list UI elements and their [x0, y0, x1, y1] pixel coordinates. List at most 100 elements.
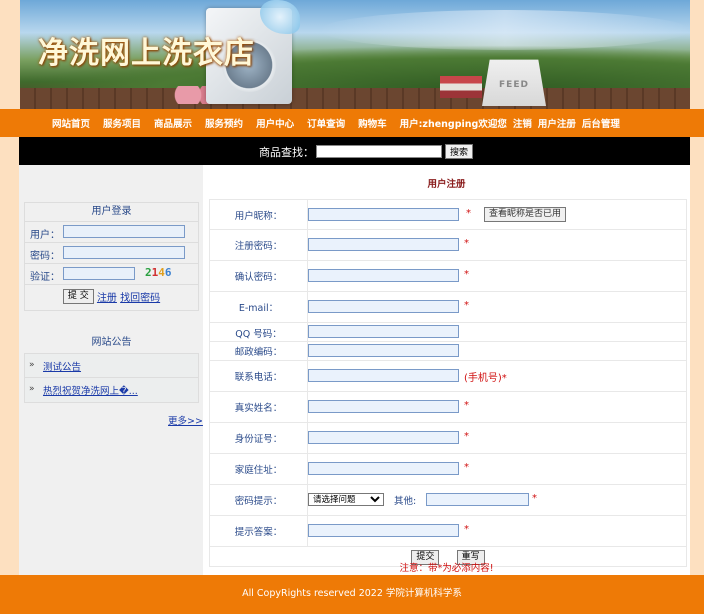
login-username-input[interactable] — [63, 225, 185, 238]
qq-input[interactable] — [308, 325, 459, 338]
required-mark: * — [464, 300, 469, 311]
form-row-confirm-password: 确认密码： * — [210, 261, 686, 292]
search-input[interactable] — [316, 145, 442, 158]
confirm-password-input[interactable] — [308, 269, 459, 282]
form-row-idcard: 身份证号： * — [210, 423, 686, 454]
header-banner: FEED 净洗网上洗衣店 — [20, 0, 690, 109]
login-captcha-row: 验证： 2146 — [25, 264, 198, 285]
field-label: 注册密码： — [234, 241, 283, 252]
nav-booking[interactable]: 服务预约 — [205, 116, 243, 130]
address-input[interactable] — [308, 462, 459, 475]
password-input[interactable] — [308, 238, 459, 251]
field-label: 身份证号： — [234, 434, 283, 445]
required-mark: * — [466, 208, 471, 219]
phone-input[interactable] — [308, 369, 459, 382]
question-select[interactable]: 请选择问题 — [308, 493, 384, 506]
notice-arrow-icon: » — [29, 360, 35, 370]
search-button[interactable]: 搜索 — [445, 144, 474, 159]
login-recover-link[interactable]: 找回密码 — [120, 293, 160, 304]
field-label: E-mail： — [238, 303, 279, 314]
email-input[interactable] — [308, 300, 459, 313]
form-row-nickname: 用户昵称： * 查看昵称是否已用 — [210, 200, 686, 230]
notice-title: 网站公告 — [91, 337, 132, 348]
required-mark: * — [464, 238, 469, 249]
search-bar: 商品查找： 搜索 — [19, 137, 690, 165]
form-row-answer: 提示答案： * — [210, 516, 686, 547]
login-submit-button[interactable]: 提 交 — [62, 289, 94, 304]
form-row-qq: QQ 号码： — [210, 323, 686, 342]
notice-link[interactable]: 热烈祝贺净洗网上�... — [43, 383, 138, 397]
form-row-phone: 联系电话： (手机号)* — [210, 361, 686, 392]
login-box: 用户登录 用户： 密码： 验证： 2146 提 交 注册 找回密码 — [24, 202, 199, 311]
phone-hint: (手机号)* — [464, 373, 507, 384]
form-row-realname: 真实姓名： * — [210, 392, 686, 423]
nav-logout[interactable]: 注销 — [513, 116, 532, 130]
footer-copyright: All CopyRights reserved 2022 学院计算机科学系 — [242, 588, 462, 599]
required-mark: * — [532, 493, 537, 504]
notice-link[interactable]: 测试公告 — [43, 359, 81, 373]
login-pass-row: 密码： — [25, 243, 198, 264]
register-panel: 用户注册 用户昵称： * 查看昵称是否已用 注册密码： * 确认密码： * E-… — [203, 165, 690, 575]
form-row-postcode: 邮政编码： — [210, 342, 686, 361]
nav-home[interactable]: 网站首页 — [52, 116, 90, 130]
login-user-row: 用户： — [25, 222, 198, 243]
idcard-input[interactable] — [308, 431, 459, 444]
postcode-input[interactable] — [308, 344, 459, 357]
nav-admin[interactable]: 后台管理 — [582, 116, 620, 130]
register-form: 用户昵称： * 查看昵称是否已用 注册密码： * 确认密码： * E-mail：… — [209, 199, 687, 567]
towels-image — [440, 76, 482, 98]
other-label: 其他: — [394, 496, 417, 507]
required-mark: * — [464, 431, 469, 442]
realname-input[interactable] — [308, 400, 459, 413]
field-label: 联系电话： — [234, 372, 283, 383]
notice-more-link[interactable]: 更多>> — [168, 413, 203, 427]
nickname-input[interactable] — [308, 208, 459, 221]
footer: All CopyRights reserved 2022 学院计算机科学系 — [0, 575, 704, 614]
form-row-email: E-mail： * — [210, 292, 686, 323]
nav-cart[interactable]: 购物车 — [358, 116, 387, 130]
nav-user-center[interactable]: 用户中心 — [256, 116, 294, 130]
search-label: 商品查找： — [259, 146, 314, 159]
notice-arrow-icon: » — [29, 384, 35, 394]
login-title: 用户登录 — [25, 203, 198, 222]
site-title: 净洗网上洗衣店 — [38, 36, 255, 71]
form-row-question: 密码提示： 请选择问题 其他: * — [210, 485, 686, 516]
form-row-password: 注册密码： * — [210, 230, 686, 261]
field-label: 用户昵称： — [234, 211, 283, 222]
register-title: 用户注册 — [427, 179, 466, 190]
field-label: QQ 号码： — [235, 329, 282, 340]
answer-input[interactable] — [308, 524, 459, 537]
main-nav: 网站首页 服务项目 商品展示 服务预约 用户中心 订单查询 购物车 用户:zhe… — [0, 109, 704, 137]
check-nickname-button[interactable]: 查看昵称是否已用 — [484, 207, 567, 222]
field-label: 邮政编码： — [234, 347, 283, 358]
required-mark: * — [464, 524, 469, 535]
login-captcha-input[interactable] — [63, 267, 135, 280]
field-label: 家庭住址： — [234, 465, 283, 476]
nav-products[interactable]: 商品展示 — [154, 116, 192, 130]
required-note: 注意：带*为必添内容! — [399, 563, 494, 574]
login-password-input[interactable] — [63, 246, 185, 259]
required-mark: * — [464, 462, 469, 473]
login-actions: 提 交 注册 找回密码 — [25, 289, 198, 304]
required-mark: * — [464, 400, 469, 411]
nav-services[interactable]: 服务项目 — [103, 116, 141, 130]
nav-welcome-user: 用户:zhengping欢迎您 — [399, 119, 507, 130]
login-user-label: 用户： — [30, 230, 60, 241]
login-captcha-label: 验证： — [30, 272, 60, 283]
left-sidebar: 用户登录 用户： 密码： 验证： 2146 提 交 注册 找回密码 网站公告 »… — [19, 165, 203, 575]
required-mark: * — [464, 269, 469, 280]
notice-item: » 热烈祝贺净洗网上�... — [24, 377, 199, 403]
field-label: 提示答案： — [234, 527, 283, 538]
banner-floor — [20, 88, 690, 109]
nav-register[interactable]: 用户注册 — [538, 116, 576, 130]
login-register-link[interactable]: 注册 — [97, 293, 117, 304]
field-label: 密码提示： — [234, 496, 283, 507]
notice-item: » 测试公告 — [24, 353, 199, 379]
login-pass-label: 密码： — [30, 251, 60, 262]
form-row-address: 家庭住址： * — [210, 454, 686, 485]
other-question-input[interactable] — [426, 493, 529, 506]
bag-text: FEED — [499, 80, 529, 90]
captcha-image[interactable]: 2146 — [145, 266, 181, 280]
field-label: 确认密码： — [234, 272, 283, 283]
nav-order-query[interactable]: 订单查询 — [307, 116, 345, 130]
